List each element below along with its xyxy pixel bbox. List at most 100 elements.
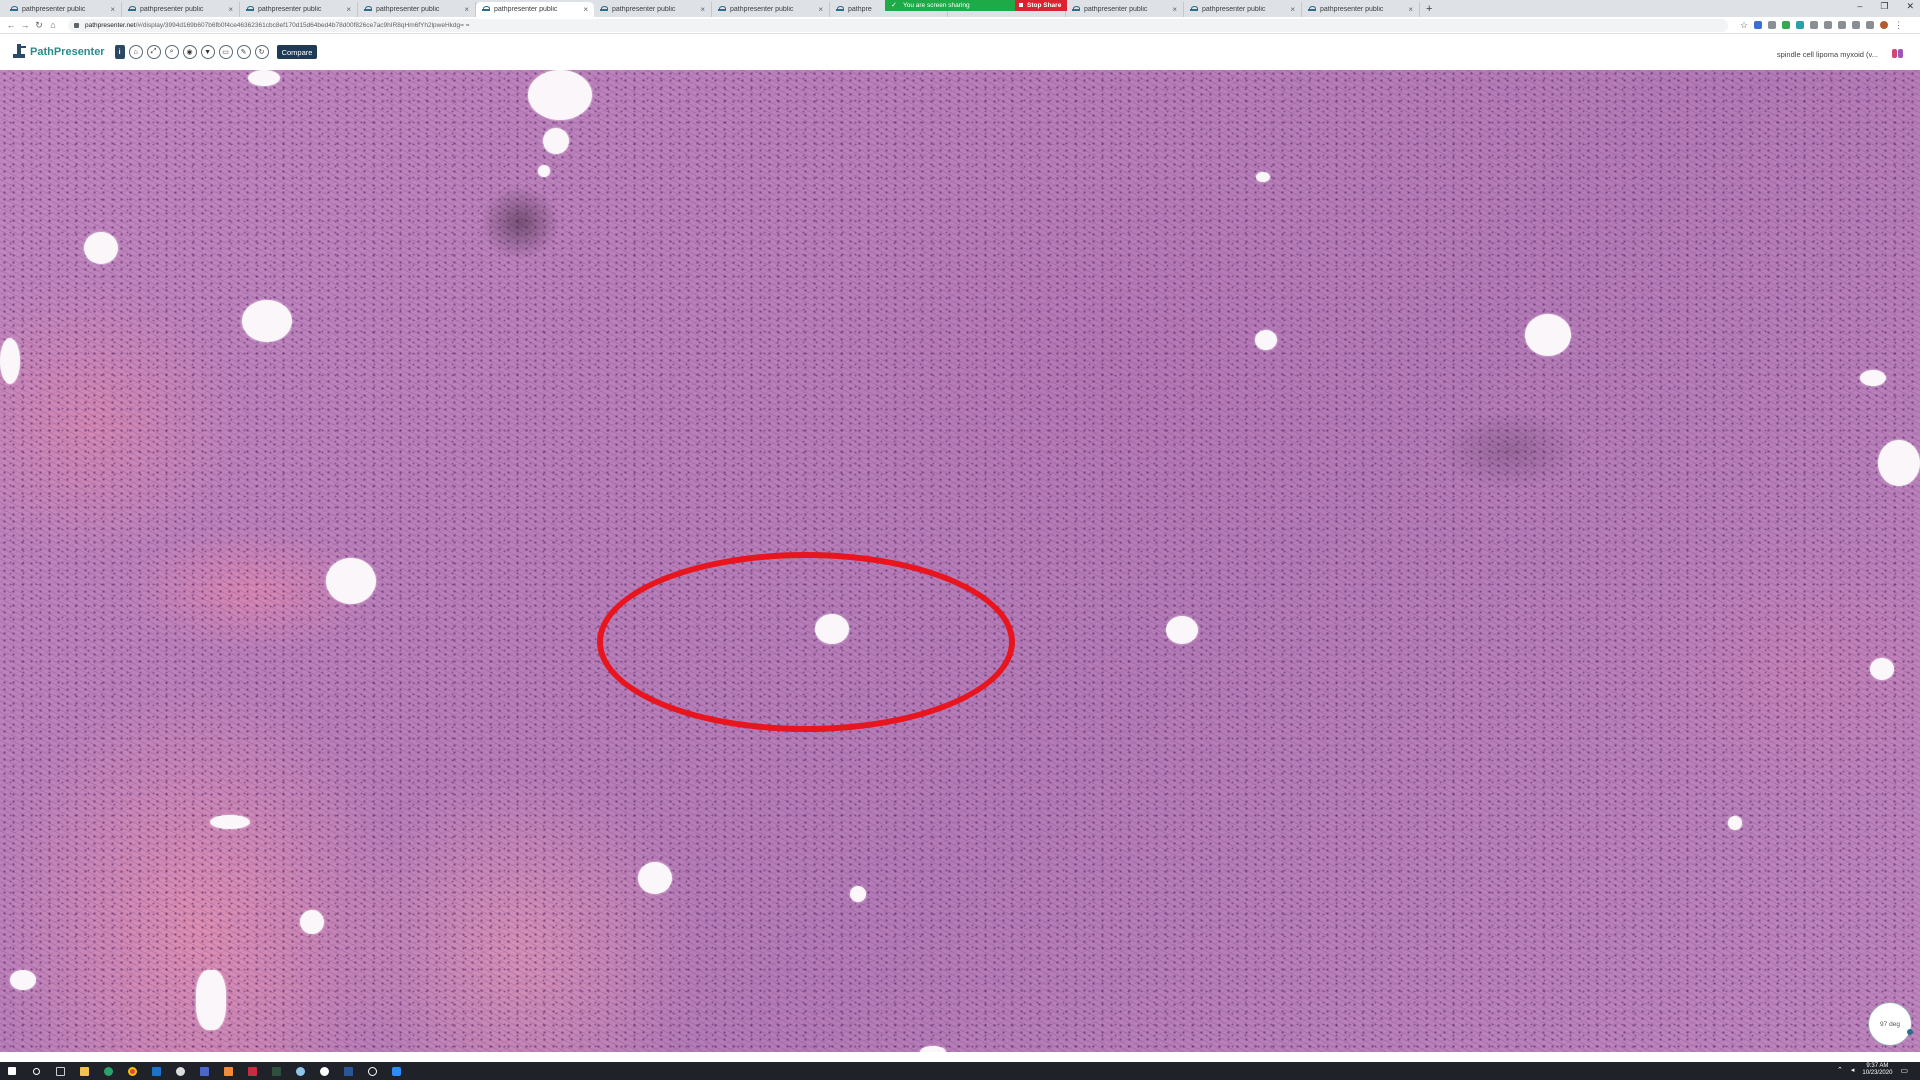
file-explorer-icon[interactable] [72, 1062, 96, 1080]
fat-vacuole [300, 910, 324, 934]
reload-icon[interactable]: ↻ [32, 20, 46, 31]
fat-vacuole [638, 862, 672, 894]
compare-button[interactable]: Compare [276, 45, 318, 59]
browser-tab[interactable]: pathpresenter public × [358, 2, 476, 17]
app-header: PathPresenter i ⌂ ⤢ ⌕ ◉ ▼ ▭ ✎ ↻ Compare [0, 34, 1920, 70]
rotation-label: 97 deg [1880, 1020, 1900, 1028]
task-view-icon[interactable] [48, 1062, 72, 1080]
slide-icon[interactable] [1892, 49, 1904, 58]
close-window-button[interactable]: ✕ [1906, 1, 1914, 12]
pathpresenter-favicon-icon [246, 6, 254, 13]
fat-vacuole [920, 1046, 946, 1052]
home-nav-icon[interactable]: ⌂ [46, 20, 60, 30]
pencil-icon[interactable]: ✎ [236, 45, 251, 59]
stop-share-button[interactable]: Stop Share [1015, 0, 1068, 11]
fat-vacuole [1870, 658, 1894, 680]
edge-icon[interactable] [96, 1062, 120, 1080]
tab-label: pathpresenter public [1084, 6, 1148, 13]
zoom-icon[interactable]: ⌕ [164, 45, 179, 59]
tab-close-icon[interactable]: × [464, 5, 469, 14]
word-icon[interactable] [336, 1062, 360, 1080]
monitor-icon[interactable]: ▭ [218, 45, 233, 59]
tab-label: pathpresenter public [376, 6, 440, 13]
url-input[interactable]: pathpresenter.net /#/display/3994d169b60… [68, 18, 1728, 32]
browser-tab[interactable]: pathpresenter public × [122, 2, 240, 17]
chrome-icon[interactable] [120, 1062, 144, 1080]
back-icon[interactable]: ← [4, 20, 18, 30]
app-icon[interactable] [168, 1062, 192, 1080]
browser-tab[interactable]: pathpresenter public × [476, 2, 594, 17]
notification-icon[interactable]: ▭ [1900, 1066, 1908, 1075]
extension-icon[interactable] [1810, 21, 1819, 29]
rotation-handle[interactable] [1907, 1029, 1913, 1035]
tab-close-icon[interactable]: × [1408, 5, 1413, 14]
slide-viewer[interactable]: 97 deg [0, 70, 1920, 1052]
clock[interactable]: 9:37 AM 10/23/2020 [1862, 1063, 1892, 1077]
puzzle-icon[interactable] [1852, 21, 1861, 29]
forward-icon[interactable]: → [18, 20, 32, 30]
tab-label: pathpresenter public [1320, 6, 1384, 13]
search-icon[interactable] [24, 1062, 48, 1080]
browser-tab[interactable]: pathpresenter public × [712, 2, 830, 17]
windows-start-icon[interactable] [0, 1062, 24, 1080]
rotation-indicator[interactable]: 97 deg [1868, 1002, 1913, 1046]
tab-close-icon[interactable]: × [110, 5, 115, 14]
rotate-icon[interactable]: ↻ [254, 45, 269, 59]
home-icon[interactable]: ⌂ [128, 45, 143, 59]
app-icon[interactable] [288, 1062, 312, 1080]
volume-icon[interactable]: ◂ [1851, 1066, 1855, 1074]
tab-close-icon[interactable]: × [346, 5, 351, 14]
menu-kebab-icon[interactable]: ⋮ [1894, 20, 1903, 31]
extension-icon[interactable] [1824, 21, 1833, 29]
restore-button[interactable]: ❐ [1880, 1, 1888, 12]
app-icon[interactable] [240, 1062, 264, 1080]
fat-vacuole [84, 232, 118, 264]
extension-icon[interactable] [1838, 21, 1847, 29]
tab-label: pathpresenter public [140, 6, 204, 13]
browser-tab[interactable]: pathpresenter public × [594, 2, 712, 17]
fat-vacuole [1860, 370, 1886, 386]
debris-smudge [480, 185, 560, 260]
extension-icon[interactable] [1754, 21, 1763, 29]
extension-icon[interactable] [1796, 21, 1805, 29]
bookmark-star-icon[interactable]: ☆ [1740, 20, 1748, 31]
app-icon[interactable] [216, 1062, 240, 1080]
new-tab-button[interactable]: + [1420, 2, 1438, 17]
pathpresenter-favicon-icon [128, 6, 136, 13]
outlook-icon[interactable] [144, 1062, 168, 1080]
tab-label: pathpresenter public [730, 6, 794, 13]
pathpresenter-favicon-icon [718, 6, 726, 13]
minimize-button[interactable]: – [1857, 1, 1862, 12]
camera-icon[interactable]: ◉ [182, 45, 197, 59]
network-icon[interactable]: ⌃ [1837, 1066, 1843, 1074]
extension-icon[interactable] [1866, 21, 1875, 29]
tab-close-icon[interactable]: × [1290, 5, 1295, 14]
app-icon[interactable] [192, 1062, 216, 1080]
app-icon[interactable] [360, 1062, 384, 1080]
extension-icon[interactable] [1782, 21, 1791, 29]
browser-tab[interactable]: pathpresenter public × [4, 2, 122, 17]
browser-tab[interactable]: pathpresenter public × [1184, 2, 1302, 17]
extension-icon[interactable] [1768, 21, 1777, 29]
profile-avatar[interactable] [1880, 21, 1889, 29]
browser-tab[interactable]: pathpresenter public × [1066, 2, 1184, 17]
tab-close-icon[interactable]: × [583, 5, 588, 14]
zoom-app-icon[interactable] [384, 1062, 408, 1080]
url-path: /#/display/3994d169b607b6fb0f4ce46362361… [135, 21, 470, 29]
filter-icon[interactable]: ▼ [200, 45, 215, 59]
app-icon[interactable] [312, 1062, 336, 1080]
app-logo[interactable]: PathPresenter [12, 44, 105, 60]
tab-close-icon[interactable]: × [228, 5, 233, 14]
pathpresenter-favicon-icon [10, 6, 18, 13]
expand-icon[interactable]: ⤢ [146, 45, 161, 59]
tab-close-icon[interactable]: × [1172, 5, 1177, 14]
app-icon[interactable] [264, 1062, 288, 1080]
browser-tab[interactable]: pathpresenter public × [240, 2, 358, 17]
info-button[interactable]: i [114, 45, 125, 59]
debris-smudge [1440, 410, 1580, 490]
browser-tab[interactable]: pathpresenter public × [1302, 2, 1420, 17]
fat-vacuole [850, 886, 866, 902]
tab-close-icon[interactable]: × [818, 5, 823, 14]
tab-close-icon[interactable]: × [700, 5, 705, 14]
red-ellipse-annotation[interactable] [597, 552, 1015, 732]
